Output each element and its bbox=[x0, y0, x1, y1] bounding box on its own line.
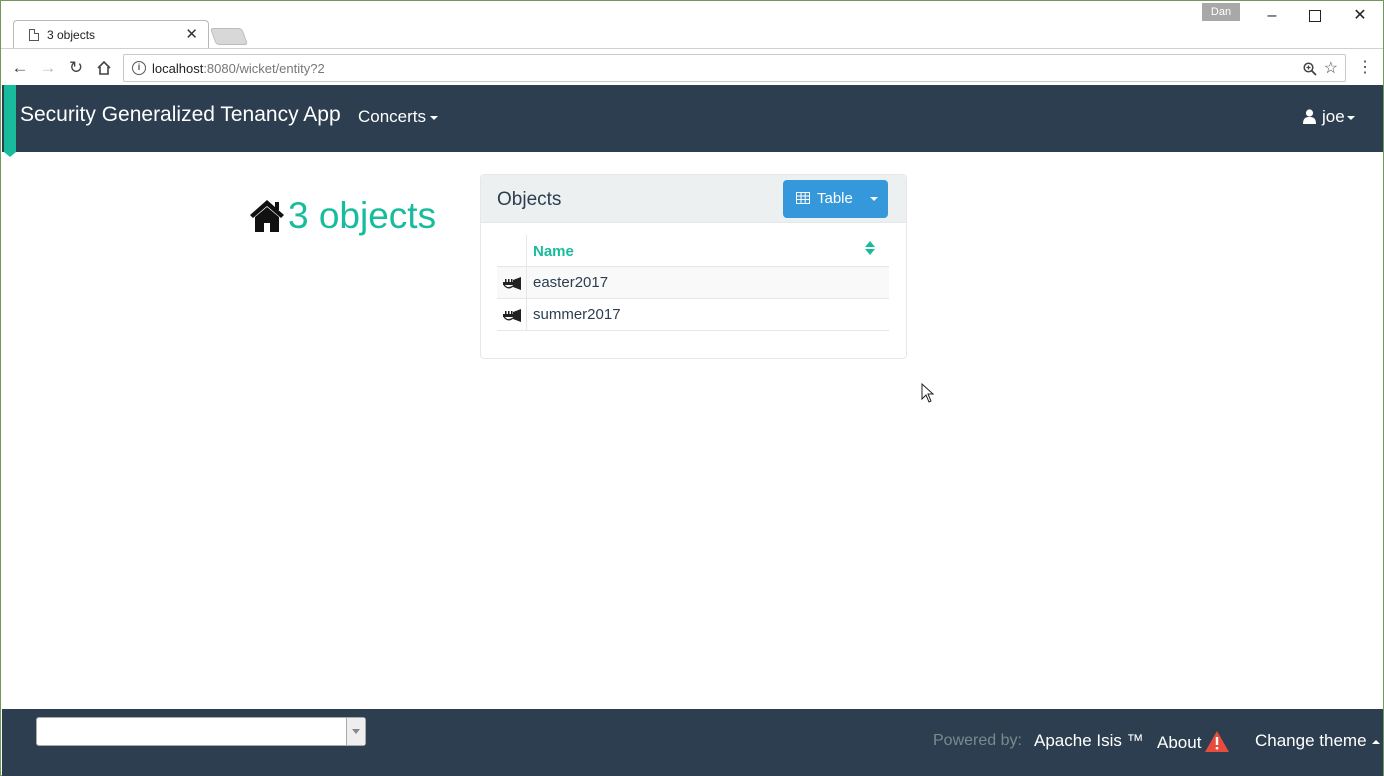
caret-down-icon bbox=[430, 115, 439, 120]
table-row[interactable]: easter2017 bbox=[497, 267, 889, 299]
select-arrow-icon[interactable] bbox=[346, 718, 365, 745]
column-divider bbox=[526, 235, 527, 267]
column-divider bbox=[526, 299, 527, 331]
user-menu[interactable]: joe bbox=[1303, 107, 1355, 129]
menu-concerts[interactable]: Concerts bbox=[358, 107, 439, 127]
browser-menu-icon[interactable]: ⋮ bbox=[1357, 57, 1373, 77]
close-icon[interactable]: ✕ bbox=[1345, 5, 1375, 27]
change-theme-link[interactable]: Change theme bbox=[1255, 731, 1380, 751]
profile-badge[interactable]: Dan bbox=[1202, 3, 1240, 21]
navbar-accent bbox=[4, 85, 16, 157]
browser-tab-active[interactable]: 3 objects ✕ bbox=[13, 20, 209, 49]
objects-panel: Objects Table Name easter2017 summer2017 bbox=[480, 174, 907, 359]
new-tab-button[interactable] bbox=[209, 28, 249, 45]
maximize-icon[interactable] bbox=[1300, 5, 1330, 27]
bookmark-star-icon[interactable]: ☆ bbox=[1324, 58, 1338, 78]
tab-title: 3 objects bbox=[47, 28, 96, 42]
objects-table: Name easter2017 summer2017 bbox=[497, 235, 889, 331]
view-dropdown-toggle[interactable] bbox=[860, 180, 888, 218]
title-bar: 3 objects ✕ Dan – ✕ bbox=[1, 1, 1383, 49]
table-view-button[interactable]: Table bbox=[783, 180, 860, 218]
caret-down-icon bbox=[870, 197, 878, 201]
theme-select[interactable] bbox=[36, 717, 366, 746]
browser-toolbar: ← → ↻ i localhost:8080/wicket/entity?2 ☆… bbox=[1, 48, 1383, 85]
trumpet-icon bbox=[501, 277, 523, 291]
document-icon bbox=[29, 29, 39, 41]
table-row[interactable]: summer2017 bbox=[497, 299, 889, 331]
table-icon bbox=[796, 181, 810, 219]
mouse-cursor-icon bbox=[921, 382, 935, 408]
trumpet-icon bbox=[501, 309, 523, 323]
minimize-icon[interactable]: – bbox=[1257, 5, 1287, 27]
address-bar[interactable]: i localhost:8080/wicket/entity?2 ☆ bbox=[123, 54, 1346, 82]
back-icon[interactable]: ← bbox=[9, 57, 31, 79]
panel-title: Objects bbox=[497, 189, 562, 210]
powered-by-label: Powered by: bbox=[933, 732, 1022, 749]
panel-heading: Objects Table bbox=[481, 175, 906, 223]
table-header-row: Name bbox=[497, 235, 889, 267]
tab-close-icon[interactable]: ✕ bbox=[185, 25, 198, 43]
caret-up-icon bbox=[1371, 739, 1380, 744]
user-icon bbox=[1303, 109, 1316, 129]
apache-isis-link[interactable]: Apache Isis ™ bbox=[1034, 731, 1144, 751]
warning-icon bbox=[1205, 731, 1230, 757]
app-brand[interactable]: Security Generalized Tenancy App bbox=[20, 103, 341, 127]
page-title: 3 objects bbox=[249, 195, 436, 242]
object-name-link[interactable]: easter2017 bbox=[533, 274, 608, 291]
home-icon bbox=[249, 199, 285, 242]
url-text: localhost:8080/wicket/entity?2 bbox=[152, 61, 325, 76]
about-link[interactable]: About bbox=[1157, 731, 1230, 757]
home-button-icon[interactable] bbox=[93, 57, 115, 79]
reload-icon[interactable]: ↻ bbox=[65, 57, 87, 79]
app-footer: Powered by: Apache Isis ™ About Change t… bbox=[2, 709, 1383, 776]
column-header-name[interactable]: Name bbox=[533, 243, 574, 260]
object-name-link[interactable]: summer2017 bbox=[533, 306, 621, 323]
column-divider bbox=[526, 267, 527, 299]
site-info-icon[interactable]: i bbox=[132, 61, 146, 75]
forward-icon[interactable]: → bbox=[37, 57, 59, 79]
sort-icon[interactable] bbox=[865, 241, 875, 255]
caret-down-icon bbox=[1346, 115, 1355, 120]
app-navbar: Security Generalized Tenancy App Concert… bbox=[2, 85, 1383, 157]
zoom-icon[interactable] bbox=[1303, 59, 1317, 80]
browser-window: 3 objects ✕ Dan – ✕ ← → ↻ i localhost:80… bbox=[0, 0, 1384, 776]
